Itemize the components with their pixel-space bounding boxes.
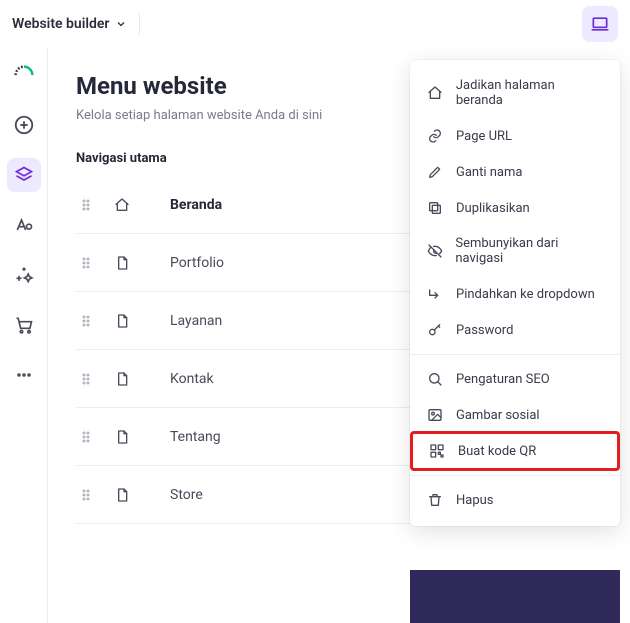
qr-icon-wrap	[428, 443, 446, 459]
page-icon	[114, 487, 130, 503]
page-type-icon	[112, 371, 132, 387]
menu-item-label: Buat kode QR	[458, 444, 536, 459]
pencil-icon	[427, 164, 443, 180]
drag-icon	[78, 429, 94, 445]
rail-add-button[interactable]	[7, 108, 41, 142]
rail-styles-button[interactable]	[7, 208, 41, 242]
page-context-menu: Jadikan halaman beranda Page URL Ganti nam…	[410, 60, 620, 526]
chevron-down-icon	[115, 18, 127, 30]
trash-icon	[427, 492, 443, 508]
menu-item-label: Password	[456, 323, 513, 338]
corner-icon-wrap	[426, 286, 444, 302]
canvas-preview-strip	[410, 570, 620, 623]
menu-item-home[interactable]: Jadikan halaman beranda	[410, 68, 620, 118]
menu-item-pencil[interactable]: Ganti nama	[410, 154, 620, 190]
menu-item-copy[interactable]: Duplikasikan	[410, 190, 620, 226]
trash-icon-wrap	[426, 492, 444, 508]
pencil-icon-wrap	[426, 164, 444, 180]
page-type-icon	[112, 429, 132, 445]
menu-item-label: Gambar sosial	[456, 408, 540, 423]
rail-store-button[interactable]	[7, 308, 41, 342]
menu-item-image[interactable]: Gambar sosial	[410, 397, 620, 433]
eye-off-icon	[427, 243, 443, 259]
dots-icon	[14, 365, 34, 385]
drag-handle[interactable]	[78, 197, 94, 213]
key-icon	[427, 322, 443, 338]
text-style-icon	[14, 215, 34, 235]
key-icon-wrap	[426, 322, 444, 338]
plus-circle-icon	[13, 114, 35, 136]
top-bar: Website builder	[0, 0, 630, 48]
page-icon	[114, 371, 130, 387]
sparkles-icon	[14, 265, 34, 285]
menu-item-eye-off[interactable]: Sembunyikan dari navigasi	[410, 226, 620, 276]
menu-item-search[interactable]: Pengaturan SEO	[410, 361, 620, 397]
qr-icon	[429, 443, 445, 459]
rail-logo[interactable]	[7, 58, 41, 92]
menu-item-key[interactable]: Password	[410, 312, 620, 348]
page-type-icon	[112, 313, 132, 329]
laptop-icon	[590, 14, 610, 34]
copy-icon-wrap	[426, 200, 444, 216]
drag-handle[interactable]	[78, 429, 94, 445]
app-title: Website builder	[12, 16, 109, 32]
search-icon-wrap	[426, 371, 444, 387]
layers-icon	[14, 165, 34, 185]
app-switcher[interactable]: Website builder	[12, 16, 127, 32]
image-icon-wrap	[426, 407, 444, 423]
search-icon	[427, 371, 443, 387]
menu-item-label: Pengaturan SEO	[456, 372, 550, 387]
drag-handle[interactable]	[78, 487, 94, 503]
menu-separator	[410, 354, 620, 355]
page-type-icon	[112, 197, 132, 213]
drag-icon	[78, 487, 94, 503]
page-type-icon	[112, 255, 132, 271]
page-icon	[114, 429, 130, 445]
drag-icon	[78, 313, 94, 329]
corner-icon	[427, 286, 443, 302]
drag-icon	[78, 371, 94, 387]
menu-item-label: Pindahkan ke dropdown	[456, 287, 595, 302]
menu-item-trash[interactable]: Hapus	[410, 482, 620, 518]
home-icon	[114, 197, 130, 213]
rail-ai-button[interactable]	[7, 258, 41, 292]
menu-item-label: Page URL	[456, 129, 512, 144]
drag-handle[interactable]	[78, 371, 94, 387]
drag-handle[interactable]	[78, 313, 94, 329]
menu-item-corner[interactable]: Pindahkan ke dropdown	[410, 276, 620, 312]
home-icon-wrap	[426, 85, 444, 101]
link-icon-wrap	[426, 128, 444, 144]
image-icon	[427, 407, 443, 423]
logo-icon	[14, 65, 34, 85]
page-icon	[114, 313, 130, 329]
cart-icon	[14, 315, 34, 335]
desktop-preview-button[interactable]	[582, 6, 618, 42]
menu-separator	[410, 475, 620, 476]
rail-more-button[interactable]	[7, 358, 41, 392]
home-icon	[427, 85, 443, 101]
page-icon	[114, 255, 130, 271]
menu-item-label: Jadikan halaman beranda	[456, 78, 604, 108]
menu-item-label: Duplikasikan	[456, 201, 530, 216]
drag-icon	[78, 197, 94, 213]
menu-item-link[interactable]: Page URL	[410, 118, 620, 154]
eye-off-icon-wrap	[426, 243, 443, 259]
copy-icon	[427, 200, 443, 216]
page-type-icon	[112, 487, 132, 503]
menu-item-label: Sembunyikan dari navigasi	[455, 236, 604, 266]
link-icon	[427, 128, 443, 144]
divider	[139, 13, 140, 35]
menu-item-label: Ganti nama	[456, 165, 522, 180]
menu-item-label: Hapus	[456, 493, 494, 508]
drag-icon	[78, 255, 94, 271]
rail-pages-button[interactable]	[7, 158, 41, 192]
drag-handle[interactable]	[78, 255, 94, 271]
menu-item-qr[interactable]: Buat kode QR	[412, 433, 618, 469]
left-rail	[0, 48, 48, 623]
